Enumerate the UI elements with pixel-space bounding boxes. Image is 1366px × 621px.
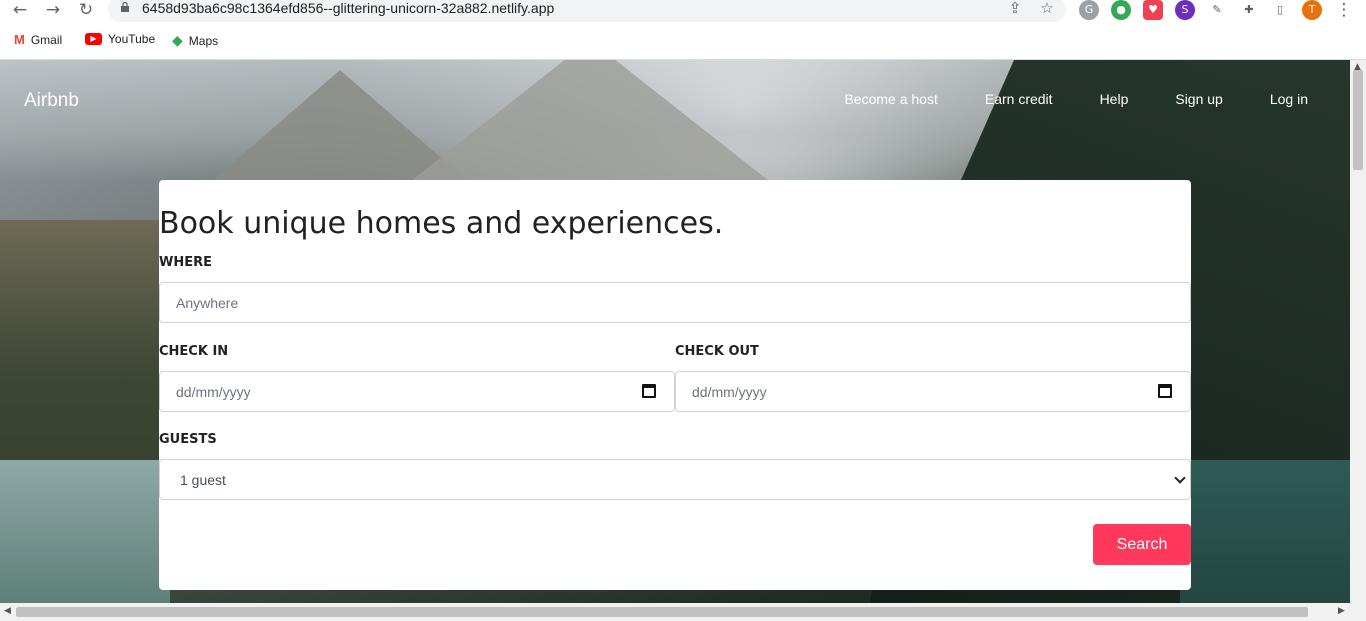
extension-green-icon[interactable]: ●: [1111, 0, 1131, 20]
vertical-scrollbar[interactable]: ▲: [1350, 60, 1366, 603]
bookmark-label: Maps: [188, 33, 219, 48]
where-placeholder: Anywhere: [176, 294, 239, 311]
forward-icon[interactable]: →: [43, 1, 63, 19]
calendar-icon[interactable]: [642, 384, 656, 398]
booking-card: Book unique homes and experiences. WHERE…: [159, 180, 1191, 590]
menu-kebab-icon[interactable]: ⋮: [1334, 1, 1354, 19]
top-nav: Become a host Earn credit Help Sign up L…: [797, 91, 1308, 107]
bookmark-star-icon[interactable]: ☆: [1038, 0, 1056, 17]
extension-pen-icon[interactable]: ✎: [1207, 0, 1227, 20]
lake-left: [0, 460, 170, 603]
scroll-left-icon[interactable]: ◀: [4, 606, 11, 616]
horizontal-scroll-thumb[interactable]: [16, 607, 1308, 617]
maps-icon: ◆: [172, 32, 183, 48]
checkout-label: CHECK OUT: [675, 344, 759, 359]
side-panel-icon[interactable]: ▯: [1270, 0, 1290, 20]
bookmarks-bar: M Gmail ▶ YouTube ◆ Maps: [0, 30, 600, 52]
nav-earn-credit[interactable]: Earn credit: [985, 91, 1053, 107]
bookmark-maps[interactable]: ◆ Maps: [172, 32, 218, 49]
checkin-placeholder: dd/mm/yyyy: [176, 383, 251, 400]
horizontal-scrollbar[interactable]: ◀ ▶: [0, 603, 1366, 621]
lake-right: [1180, 460, 1350, 603]
chevron-down-icon: [1174, 472, 1186, 484]
url-text: 6458d93ba6c98c1364efd856--glittering-uni…: [142, 0, 555, 16]
guests-value: 1 guest: [180, 471, 226, 488]
checkin-label: CHECK IN: [159, 344, 229, 359]
brand-logo[interactable]: Airbnb: [24, 90, 79, 112]
extensions-puzzle-icon[interactable]: ✚: [1239, 0, 1259, 20]
where-input[interactable]: Anywhere: [159, 282, 1191, 323]
bookmark-label: YouTube: [108, 32, 156, 46]
bookmark-youtube[interactable]: ▶ YouTube: [85, 32, 155, 46]
address-bar[interactable]: 6458d93ba6c98c1364efd856--glittering-uni…: [108, 0, 1066, 22]
gmail-icon: M: [14, 32, 25, 47]
calendar-icon[interactable]: [1158, 384, 1172, 398]
checkin-date-input[interactable]: dd/mm/yyyy: [159, 371, 675, 412]
nav-become-host[interactable]: Become a host: [844, 91, 937, 107]
reload-icon[interactable]: ↻: [76, 1, 96, 19]
extension-purple-icon[interactable]: S: [1175, 0, 1195, 20]
profile-avatar[interactable]: T: [1302, 0, 1322, 20]
vertical-scroll-thumb[interactable]: [1353, 70, 1363, 170]
nav-help[interactable]: Help: [1100, 91, 1129, 107]
guests-label: GUESTS: [159, 432, 217, 447]
browser-toolbar: ← → ↻ 6458d93ba6c98c1364efd856--glitteri…: [0, 0, 1366, 22]
share-icon[interactable]: ⇪: [1006, 0, 1024, 17]
scroll-right-icon[interactable]: ▶: [1338, 606, 1345, 616]
page-title: Book unique homes and experiences.: [159, 206, 724, 241]
guests-select[interactable]: 1 guest: [159, 459, 1191, 500]
lock-icon: [121, 2, 129, 12]
hero-background: Airbnb Become a host Earn credit Help Si…: [0, 60, 1350, 603]
youtube-icon: ▶: [85, 33, 102, 45]
search-button[interactable]: Search: [1093, 524, 1191, 565]
nav-sign-up[interactable]: Sign up: [1175, 91, 1222, 107]
back-icon[interactable]: ←: [10, 1, 30, 19]
bookmark-gmail[interactable]: M Gmail: [14, 32, 62, 47]
grammarly-icon[interactable]: G: [1079, 0, 1099, 20]
where-label: WHERE: [159, 255, 212, 270]
nav-log-in[interactable]: Log in: [1270, 91, 1308, 107]
pocket-icon[interactable]: ♥: [1143, 0, 1163, 20]
checkout-placeholder: dd/mm/yyyy: [692, 383, 767, 400]
checkout-date-input[interactable]: dd/mm/yyyy: [675, 371, 1191, 412]
bookmark-label: Gmail: [30, 32, 63, 47]
browser-chrome: ← → ↻ 6458d93ba6c98c1364efd856--glitteri…: [0, 0, 1366, 60]
